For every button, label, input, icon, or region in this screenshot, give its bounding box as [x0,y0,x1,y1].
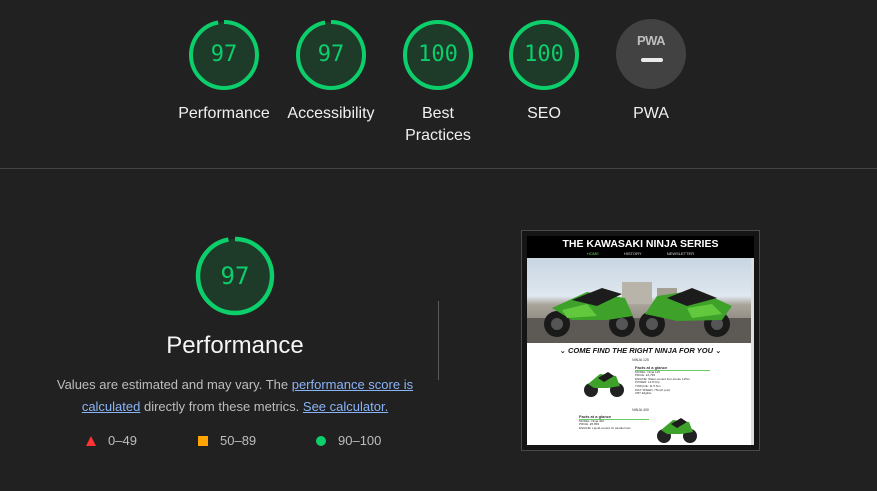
final-screenshot-thumbnail[interactable]: THE KAWASAKI NINJA SERIES HOME HISTORY N… [521,230,760,451]
performance-description: Values are estimated and may vary. The p… [55,374,415,418]
fact-line: ENGINE: Liquid-cooled 4x parallel twin [579,425,631,430]
legend-fail: 0–49 [86,433,137,448]
gauge-label: Accessibility [287,105,375,122]
facts-box: Facts at a glance MODEL: Ninja 400 PRICE… [579,415,649,430]
performance-score-ring: 97 [195,236,275,316]
dash-icon [641,58,663,62]
score-value: 97 [210,42,238,67]
banner-text: COME FIND THE RIGHT NINJA FOR YOU [567,346,713,355]
fact-line: CBT Eligible [635,391,652,396]
legend-average-range: 50–89 [220,433,257,448]
square-icon [198,436,208,446]
facts-box: Facts at a glance MODEL: Ninja 125 PRICE… [635,366,710,396]
section-divider [0,168,877,169]
score-legend: 0–49 50–89 90–100 [86,433,406,451]
score-ring: 97 [295,19,367,91]
nav-home: HOME [586,251,599,256]
site-title: THE KAWASAKI NINJA SERIES [562,238,719,250]
gauge-label: SEO [527,105,561,122]
model-card: Facts at a glance MODEL: Ninja 125 PRICE… [527,362,754,402]
category-gauges: 97 Performance 97 Accessibility 100 Best… [0,19,877,169]
gauge-accessibility[interactable]: 97 Accessibility [276,19,386,125]
score-value: 100 [524,42,564,67]
performance-summary: 97 Performance Values are estimated and … [40,236,430,418]
nav-history: HISTORY [624,251,642,256]
gauge-best-practices[interactable]: 100 Best Practices [383,19,493,147]
score-ring: 100 [508,19,580,91]
score-ring: 100 [402,19,474,91]
legend-average: 50–89 [198,433,256,448]
gauge-label: Performance [178,105,270,122]
pwa-badge-text: PWA [636,33,666,48]
site-header: THE KAWASAKI NINJA SERIES HOME HISTORY N… [527,236,754,258]
score-ring: 97 [188,19,260,91]
gauge-seo[interactable]: 100 SEO [489,19,599,125]
nav-newsletter: NEWSLETTER [666,251,695,256]
performance-title: Performance [166,332,304,359]
desc-text: Values are estimated and may vary. The [56,377,292,392]
page-scrollbar [751,258,754,445]
motorcycles-graphic [527,288,754,343]
legend-fail-range: 0–49 [108,433,137,448]
pwa-badge-icon: PWA [616,19,686,89]
gauge-pwa[interactable]: PWA PWA [596,19,706,125]
desc-text: directly from these metrics. [140,399,303,414]
circle-icon [316,436,326,446]
score-value: 100 [418,42,458,67]
banner-heading: ⌄ COME FIND THE RIGHT NINJA FOR YOU ⌄ [559,346,722,355]
bike-thumbnail [584,372,624,397]
legend-pass: 90–100 [316,433,381,448]
legend-pass-range: 90–100 [338,433,382,448]
gauge-performance[interactable]: 97 Performance [169,19,279,125]
model-card: Facts at a glance MODEL: Ninja 400 PRICE… [527,412,754,445]
score-value: 97 [317,42,345,67]
see-calculator-link[interactable]: See calculator. [303,399,388,414]
gauge-label: PWA [633,105,669,122]
gauge-label: Best Practices [405,105,471,144]
hero-image [527,258,754,343]
bike-thumbnail [657,418,697,443]
performance-score-value: 97 [220,262,250,290]
vertical-divider [438,301,439,380]
triangle-icon [86,436,96,446]
screenshot-page: THE KAWASAKI NINJA SERIES HOME HISTORY N… [527,236,754,445]
site-nav: HOME HISTORY NEWSLETTER [527,251,754,256]
